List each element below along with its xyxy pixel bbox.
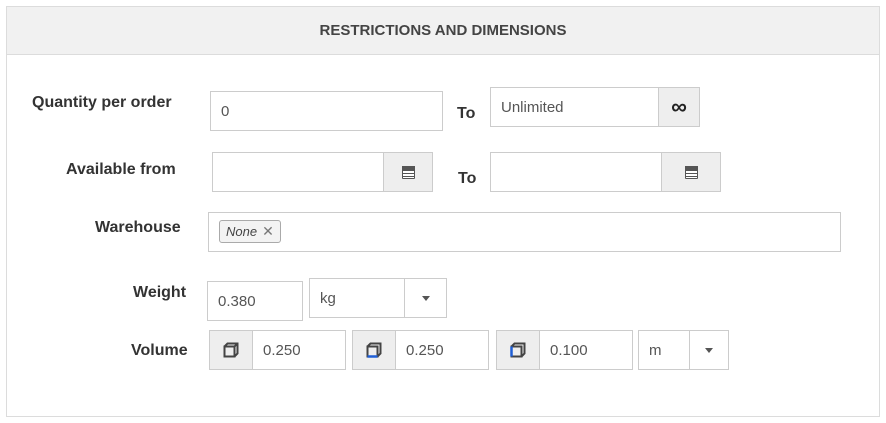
calendar-icon [684, 165, 698, 179]
quantity-max-value: Unlimited [501, 99, 564, 116]
cube-height-icon [510, 342, 526, 358]
volume-length-addon [209, 330, 253, 370]
volume-height-input[interactable]: 0.100 [539, 330, 633, 370]
weight-label: Weight [133, 284, 187, 301]
volume-width-addon [352, 330, 396, 370]
warehouse-label: Warehouse [95, 219, 181, 236]
quantity-max-input[interactable]: Unlimited [490, 87, 659, 127]
chevron-down-icon [421, 295, 430, 301]
close-icon[interactable]: ✕ [262, 223, 274, 240]
warehouse-select[interactable]: None ✕ [208, 212, 841, 252]
weight-unit-dropdown-button[interactable] [404, 278, 447, 318]
volume-length-value: 0.250 [263, 341, 301, 359]
calendar-icon [401, 165, 415, 179]
available-from-input[interactable] [212, 152, 384, 192]
weight-unit-value: kg [320, 289, 336, 307]
volume-label: Volume [131, 342, 188, 359]
warehouse-tag: None ✕ [219, 220, 281, 243]
weight-value: 0.380 [218, 292, 256, 310]
volume-unit-select[interactable]: m [638, 330, 690, 370]
volume-width-input[interactable]: 0.250 [395, 330, 489, 370]
volume-width-value: 0.250 [406, 341, 444, 359]
volume-unit-dropdown-button[interactable] [689, 330, 729, 370]
available-to-input[interactable] [490, 152, 662, 192]
quantity-label: Quantity per order [32, 94, 172, 111]
warehouse-tag-label: None [226, 224, 258, 239]
quantity-min-input[interactable]: 0 [210, 91, 443, 131]
quantity-to-label: To [457, 105, 476, 122]
volume-height-addon [496, 330, 540, 370]
panel-header: RESTRICTIONS AND DIMENSIONS [7, 7, 879, 55]
unlimited-button[interactable]: ∞ [658, 87, 700, 127]
available-to-calendar-button[interactable] [661, 152, 721, 192]
volume-length-input[interactable]: 0.250 [252, 330, 346, 370]
panel-title: RESTRICTIONS AND DIMENSIONS [319, 22, 567, 39]
volume-unit-value: m [649, 341, 662, 359]
available-to-label: To [458, 170, 477, 187]
quantity-min-value: 0 [221, 102, 230, 120]
weight-input[interactable]: 0.380 [207, 281, 303, 321]
chevron-down-icon [705, 347, 713, 353]
weight-unit-select[interactable]: kg [309, 278, 405, 318]
available-from-calendar-button[interactable] [383, 152, 433, 192]
available-from-label: Available from [66, 161, 176, 178]
cube-width-icon [366, 342, 382, 358]
volume-height-value: 0.100 [550, 341, 588, 359]
cube-length-icon [223, 342, 239, 358]
infinity-icon: ∞ [671, 94, 687, 119]
